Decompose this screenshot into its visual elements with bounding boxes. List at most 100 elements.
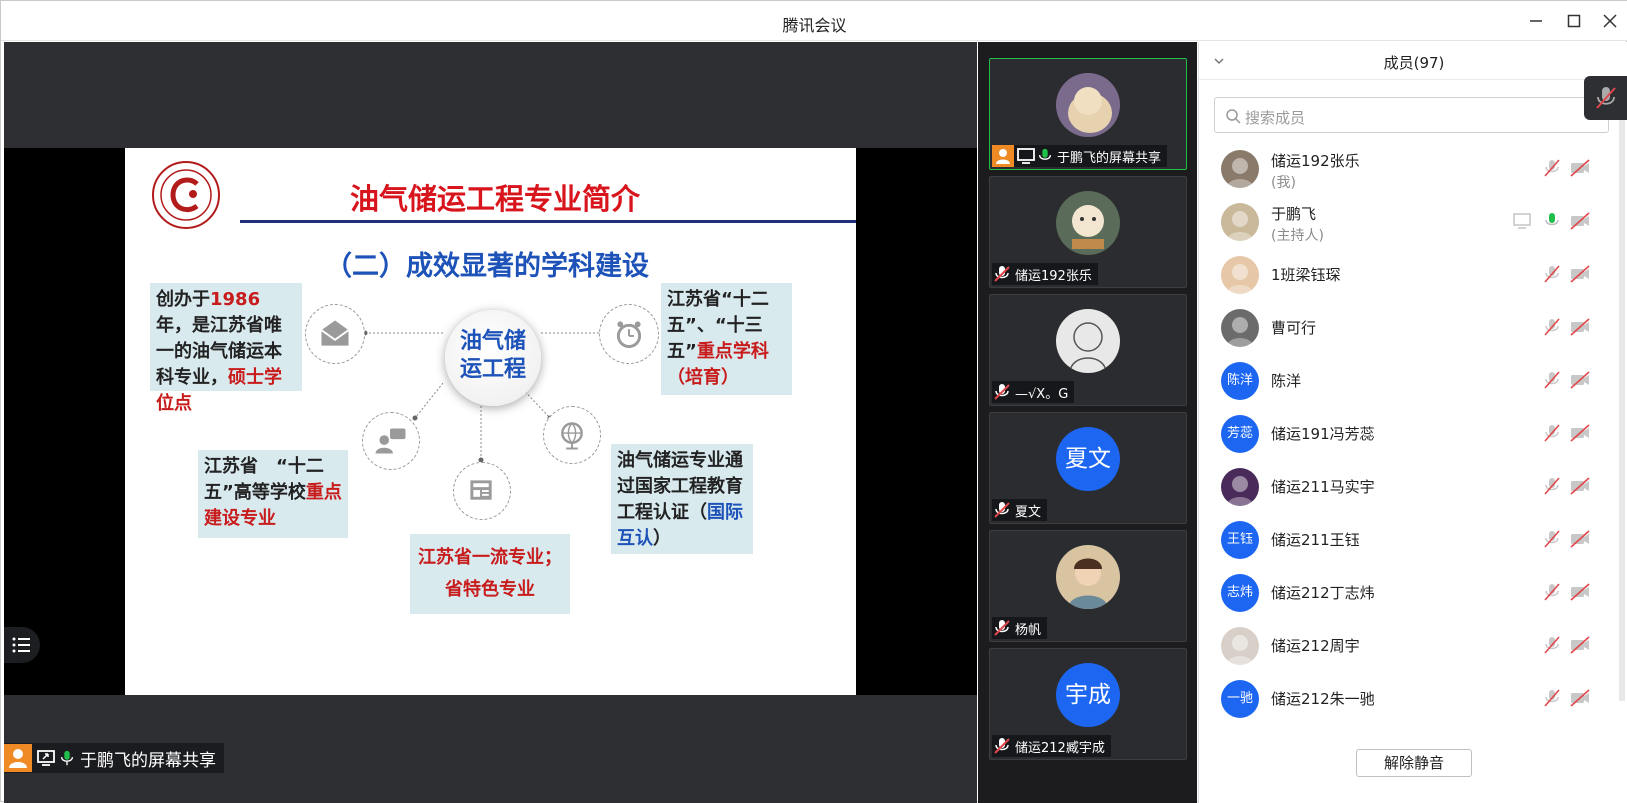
screen-share-icon <box>1512 211 1532 231</box>
video-tile-label: 杨帆 <box>992 617 1048 639</box>
members-header: 成员(97) <box>1199 42 1627 80</box>
member-row[interactable]: 曹可行 <box>1199 301 1627 354</box>
toggle-list-button[interactable] <box>4 627 40 663</box>
video-tile[interactable]: 夏文 夏文 <box>989 412 1187 524</box>
screen-share-label: 于鹏飞的屏幕共享 <box>4 743 224 773</box>
maximize-icon <box>1567 14 1581 28</box>
envelope-circle <box>305 304 365 364</box>
camera-off-icon[interactable] <box>1569 264 1590 284</box>
camera-off-icon[interactable] <box>1569 476 1590 496</box>
center-topic: 油气储 运工程 <box>445 310 541 406</box>
avatar: 一驰 <box>1221 680 1259 718</box>
camera-off-icon[interactable] <box>1569 635 1590 655</box>
avatar <box>1056 73 1120 137</box>
member-row[interactable]: 1班梁钰琛 <box>1199 248 1627 301</box>
mic-active-icon[interactable] <box>1542 211 1562 231</box>
member-row[interactable]: 于鹏飞 (主持人) <box>1199 195 1627 248</box>
video-tile-label: 于鹏飞的屏幕共享 <box>992 145 1168 167</box>
avatar: 芳蕊 <box>1221 415 1259 453</box>
video-tile[interactable]: 于鹏飞的屏幕共享 <box>989 58 1187 170</box>
video-tile[interactable]: 宇成 储运212臧宇成 <box>989 648 1187 760</box>
host-icon <box>4 744 32 772</box>
member-name: 陈洋 <box>1271 372 1302 390</box>
mic-muted-icon[interactable] <box>1542 370 1562 390</box>
member-name: 1班梁钰琛 <box>1271 266 1341 284</box>
member-row[interactable]: 王钰 储运211王钰 <box>1199 513 1627 566</box>
mic-muted-icon[interactable] <box>1542 688 1562 708</box>
video-tile-name: 夏文 <box>1015 504 1042 520</box>
camera-off-icon[interactable] <box>1569 211 1590 231</box>
member-row[interactable]: 储运212周宇 <box>1199 619 1627 672</box>
member-name: 储运212丁志炜 <box>1271 584 1375 602</box>
member-row[interactable]: 志炜 储运212丁志炜 <box>1199 566 1627 619</box>
mic-muted-icon <box>994 738 1010 754</box>
camera-off-icon[interactable] <box>1569 688 1590 708</box>
member-name: 储运211马实宇 <box>1271 478 1375 496</box>
mic-muted-icon <box>994 266 1010 282</box>
video-tile-label: 储运212臧宇成 <box>992 735 1111 757</box>
camera-off-icon[interactable] <box>1569 370 1590 390</box>
shared-slide: 油气储运工程专业简介 （二）成效显著的学科建设 油气储 运工程 创办于1986年… <box>4 148 977 695</box>
mic-muted-icon[interactable] <box>1542 476 1562 496</box>
avatar <box>1221 256 1259 294</box>
illustration-avatar-icon <box>1056 545 1120 609</box>
members-panel: 成员(97) 搜索成员 储运192张乐 (我) 于鹏飞 (主持人) 1班梁钰琛 曹可行 陈洋… <box>1198 42 1627 803</box>
video-tile[interactable]: 储运192张乐 <box>989 176 1187 288</box>
host-icon <box>992 145 1014 167</box>
camera-off-icon[interactable] <box>1569 317 1590 337</box>
member-search-input[interactable]: 搜索成员 <box>1214 97 1609 133</box>
camera-off-icon[interactable] <box>1569 423 1590 443</box>
avatar: 陈洋 <box>1221 362 1259 400</box>
maximize-button[interactable] <box>1562 9 1586 33</box>
clock-circle <box>599 304 659 364</box>
member-row[interactable]: 陈洋 陈洋 <box>1199 354 1627 407</box>
box5-text-end: ） <box>653 528 671 549</box>
member-name: 储运191冯芳蕊 <box>1271 425 1375 443</box>
close-button[interactable] <box>1598 9 1622 33</box>
members-scrollbar[interactable] <box>1619 81 1625 701</box>
title-bar: 腾讯会议 <box>1 1 1627 41</box>
floating-mic-button[interactable] <box>1584 76 1627 120</box>
screen-share-icon <box>37 750 55 766</box>
camera-off-icon[interactable] <box>1569 158 1590 178</box>
mic-muted-icon[interactable] <box>1542 264 1562 284</box>
video-tile[interactable]: 杨帆 <box>989 530 1187 642</box>
video-tile[interactable]: —√X。G <box>989 294 1187 406</box>
cartoon-avatar-icon <box>1056 191 1120 255</box>
member-row[interactable]: 储运192张乐 (我) <box>1199 142 1627 195</box>
member-row[interactable]: 储运211马实宇 <box>1199 460 1627 513</box>
member-row[interactable]: 一驰 储运212朱一驰 <box>1199 672 1627 725</box>
mic-muted-icon[interactable] <box>1542 635 1562 655</box>
search-placeholder: 搜索成员 <box>1245 109 1306 127</box>
avatar: 夏文 <box>1056 427 1120 491</box>
mic-active-icon <box>60 750 74 766</box>
box1-text: 创办于 <box>156 289 210 310</box>
info-box-first-class: 江苏省一流专业； 省特色专业 <box>410 534 570 614</box>
video-tile-name: —√X。G <box>1015 386 1069 402</box>
member-role: (主持人) <box>1271 228 1324 244</box>
avatar <box>1056 309 1120 373</box>
camera-off-icon[interactable] <box>1569 529 1590 549</box>
camera-off-icon[interactable] <box>1569 582 1590 602</box>
minimize-icon <box>1530 20 1542 22</box>
mic-muted-icon[interactable] <box>1542 582 1562 602</box>
member-name: 于鹏飞 <box>1271 205 1317 223</box>
mic-muted-icon[interactable] <box>1542 317 1562 337</box>
minimize-button[interactable] <box>1524 9 1548 33</box>
avatar: 宇成 <box>1056 663 1120 727</box>
info-box-key-construction: 江苏省 “十二五”高等学校重点建设专业 <box>198 450 348 538</box>
box4-line2: 省特色专业 <box>445 579 535 600</box>
mic-muted-icon[interactable] <box>1542 158 1562 178</box>
unmute-all-button[interactable]: 解除静音 <box>1356 749 1472 777</box>
mic-muted-icon[interactable] <box>1542 423 1562 443</box>
member-row[interactable]: 芳蕊 储运191冯芳蕊 <box>1199 407 1627 460</box>
meeting-window: 腾讯会议 油气储运工程专业简介 （二）成效显著的学科建设 油气储 运工程 创办于… <box>0 0 1627 803</box>
video-tile-name: 杨帆 <box>1015 622 1042 638</box>
chat-circle <box>362 412 420 470</box>
box1-year: 1986 <box>210 289 261 310</box>
box4-line1: 江苏省一流专业； <box>418 547 562 568</box>
shared-screen-area[interactable]: 油气储运工程专业简介 （二）成效显著的学科建设 油气储 运工程 创办于1986年… <box>4 42 977 803</box>
mic-muted-icon[interactable] <box>1542 529 1562 549</box>
video-tile-label: —√X。G <box>992 381 1075 403</box>
member-name: 储运192张乐 <box>1271 152 1360 170</box>
